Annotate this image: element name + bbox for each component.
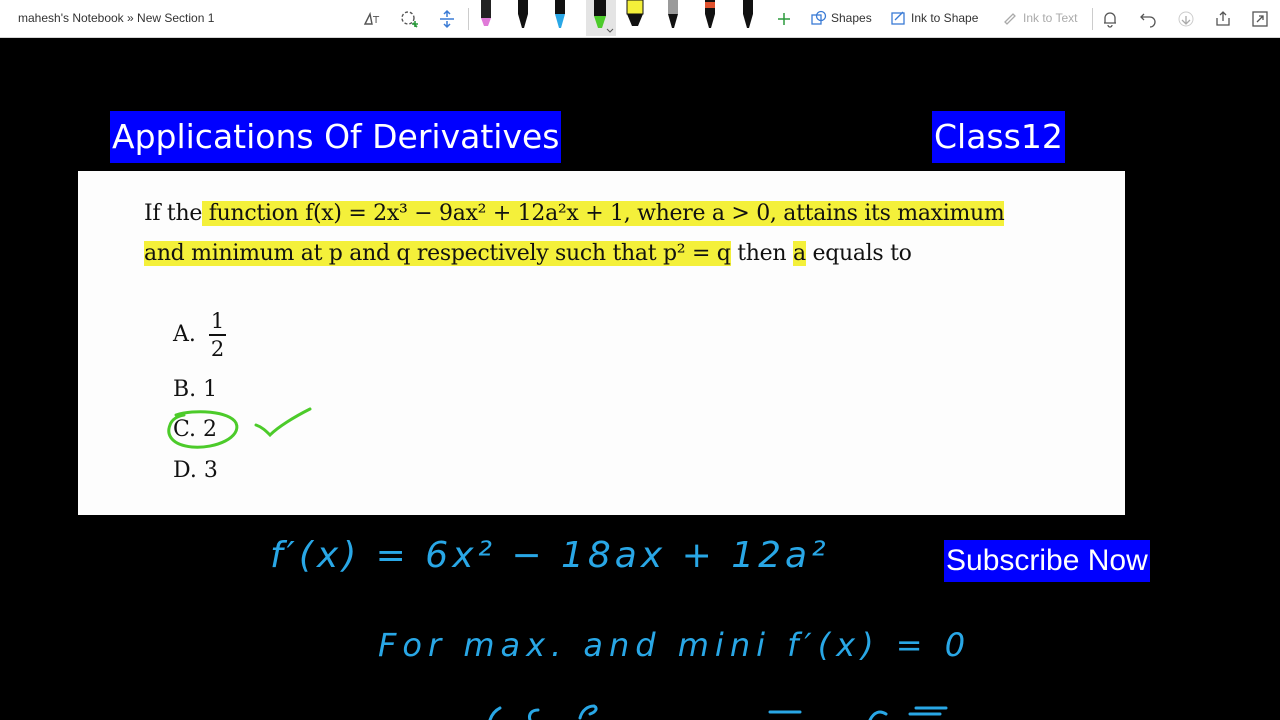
pencil-gray-icon[interactable] — [661, 0, 685, 36]
pen-blue-icon[interactable] — [548, 0, 572, 36]
option-b: B. 1 — [173, 377, 217, 402]
subscribe-now-label: Subscribe Now — [944, 540, 1150, 582]
option-b-label: B. — [173, 377, 197, 402]
add-pen-icon[interactable] — [773, 8, 795, 30]
handwritten-partial-line — [488, 704, 948, 720]
question-line2-post: equals to — [805, 241, 912, 266]
shapes-button[interactable]: Shapes — [811, 10, 872, 26]
add-space-icon[interactable] — [436, 8, 458, 30]
question-line-1: If the function f(x) = 2x³ − 9ax² + 12a²… — [144, 201, 1005, 226]
divider — [468, 8, 469, 30]
question-line-2: and minimum at p and q respectively such… — [144, 241, 912, 266]
breadcrumb[interactable]: mahesh's Notebook » New Section 1 — [18, 11, 214, 25]
handwritten-derivative: f′(x) = 6x² − 18ax + 12a² — [270, 535, 830, 576]
handwritten-condition: For max. and mini f′(x) = 0 — [378, 626, 972, 664]
ink-to-shape-label: Ink to Shape — [911, 11, 979, 25]
bell-icon[interactable] — [1099, 8, 1121, 30]
divider — [1092, 8, 1093, 30]
option-b-value: 1 — [203, 377, 218, 402]
ink-to-shape-button[interactable]: Ink to Shape — [891, 10, 978, 26]
option-d-label: D. — [173, 458, 197, 483]
pen-black2-icon[interactable] — [736, 0, 760, 36]
pen-black-icon[interactable] — [511, 0, 535, 36]
pen-pink-icon[interactable] — [474, 0, 498, 36]
ribbon-toolbar: mahesh's Notebook » New Section 1 T Shap… — [0, 0, 1280, 38]
shapes-label: Shapes — [831, 11, 872, 25]
share-icon[interactable] — [1212, 8, 1234, 30]
ink-to-text-button[interactable]: Ink to Text — [1003, 10, 1077, 26]
ink-to-text-icon — [1004, 13, 1016, 25]
lasso-select-icon[interactable]: T — [361, 8, 383, 30]
option-d: D. 3 — [173, 458, 218, 483]
option-a: A. 1 2 — [173, 308, 227, 362]
pen-green-selected-icon[interactable] — [586, 0, 616, 36]
question-line2-mid: then — [730, 241, 793, 266]
question-line2-highlight-a: a — [792, 241, 806, 266]
checkmark-ink — [254, 407, 312, 438]
question-line1-pre: If the — [144, 201, 203, 226]
ink-to-shape-icon — [891, 11, 905, 25]
option-d-value: 3 — [203, 458, 218, 483]
shapes-icon — [811, 10, 827, 25]
pen-red-icon[interactable] — [698, 0, 722, 36]
redo-icon[interactable] — [1175, 8, 1197, 30]
fullscreen-icon[interactable] — [1249, 8, 1271, 30]
svg-text:T: T — [372, 15, 380, 26]
question-line1-highlight: function f(x) = 2x³ − 9ax² + 12a²x + 1 — [202, 201, 624, 226]
ink-to-text-label: Ink to Text — [1023, 11, 1078, 25]
option-a-label: A. — [173, 322, 196, 347]
topic-banner: Applications Of Derivatives — [110, 111, 562, 163]
question-line2-highlight: and minimum at p and q respectively such… — [144, 241, 731, 266]
highlighter-yellow-icon[interactable] — [623, 0, 647, 36]
option-a-fraction: 1 2 — [208, 308, 227, 362]
undo-icon[interactable] — [1137, 8, 1159, 30]
question-line1-post: , where a > 0, attains its maximum — [623, 201, 1005, 226]
class-banner: Class12 — [932, 111, 1065, 163]
fraction-numerator: 1 — [208, 308, 227, 336]
answer-circle-ink — [167, 410, 239, 449]
lasso-icon[interactable] — [398, 8, 420, 30]
fraction-denominator: 2 — [210, 337, 225, 361]
question-card: If the function f(x) = 2x³ − 9ax² + 12a²… — [78, 171, 1125, 515]
